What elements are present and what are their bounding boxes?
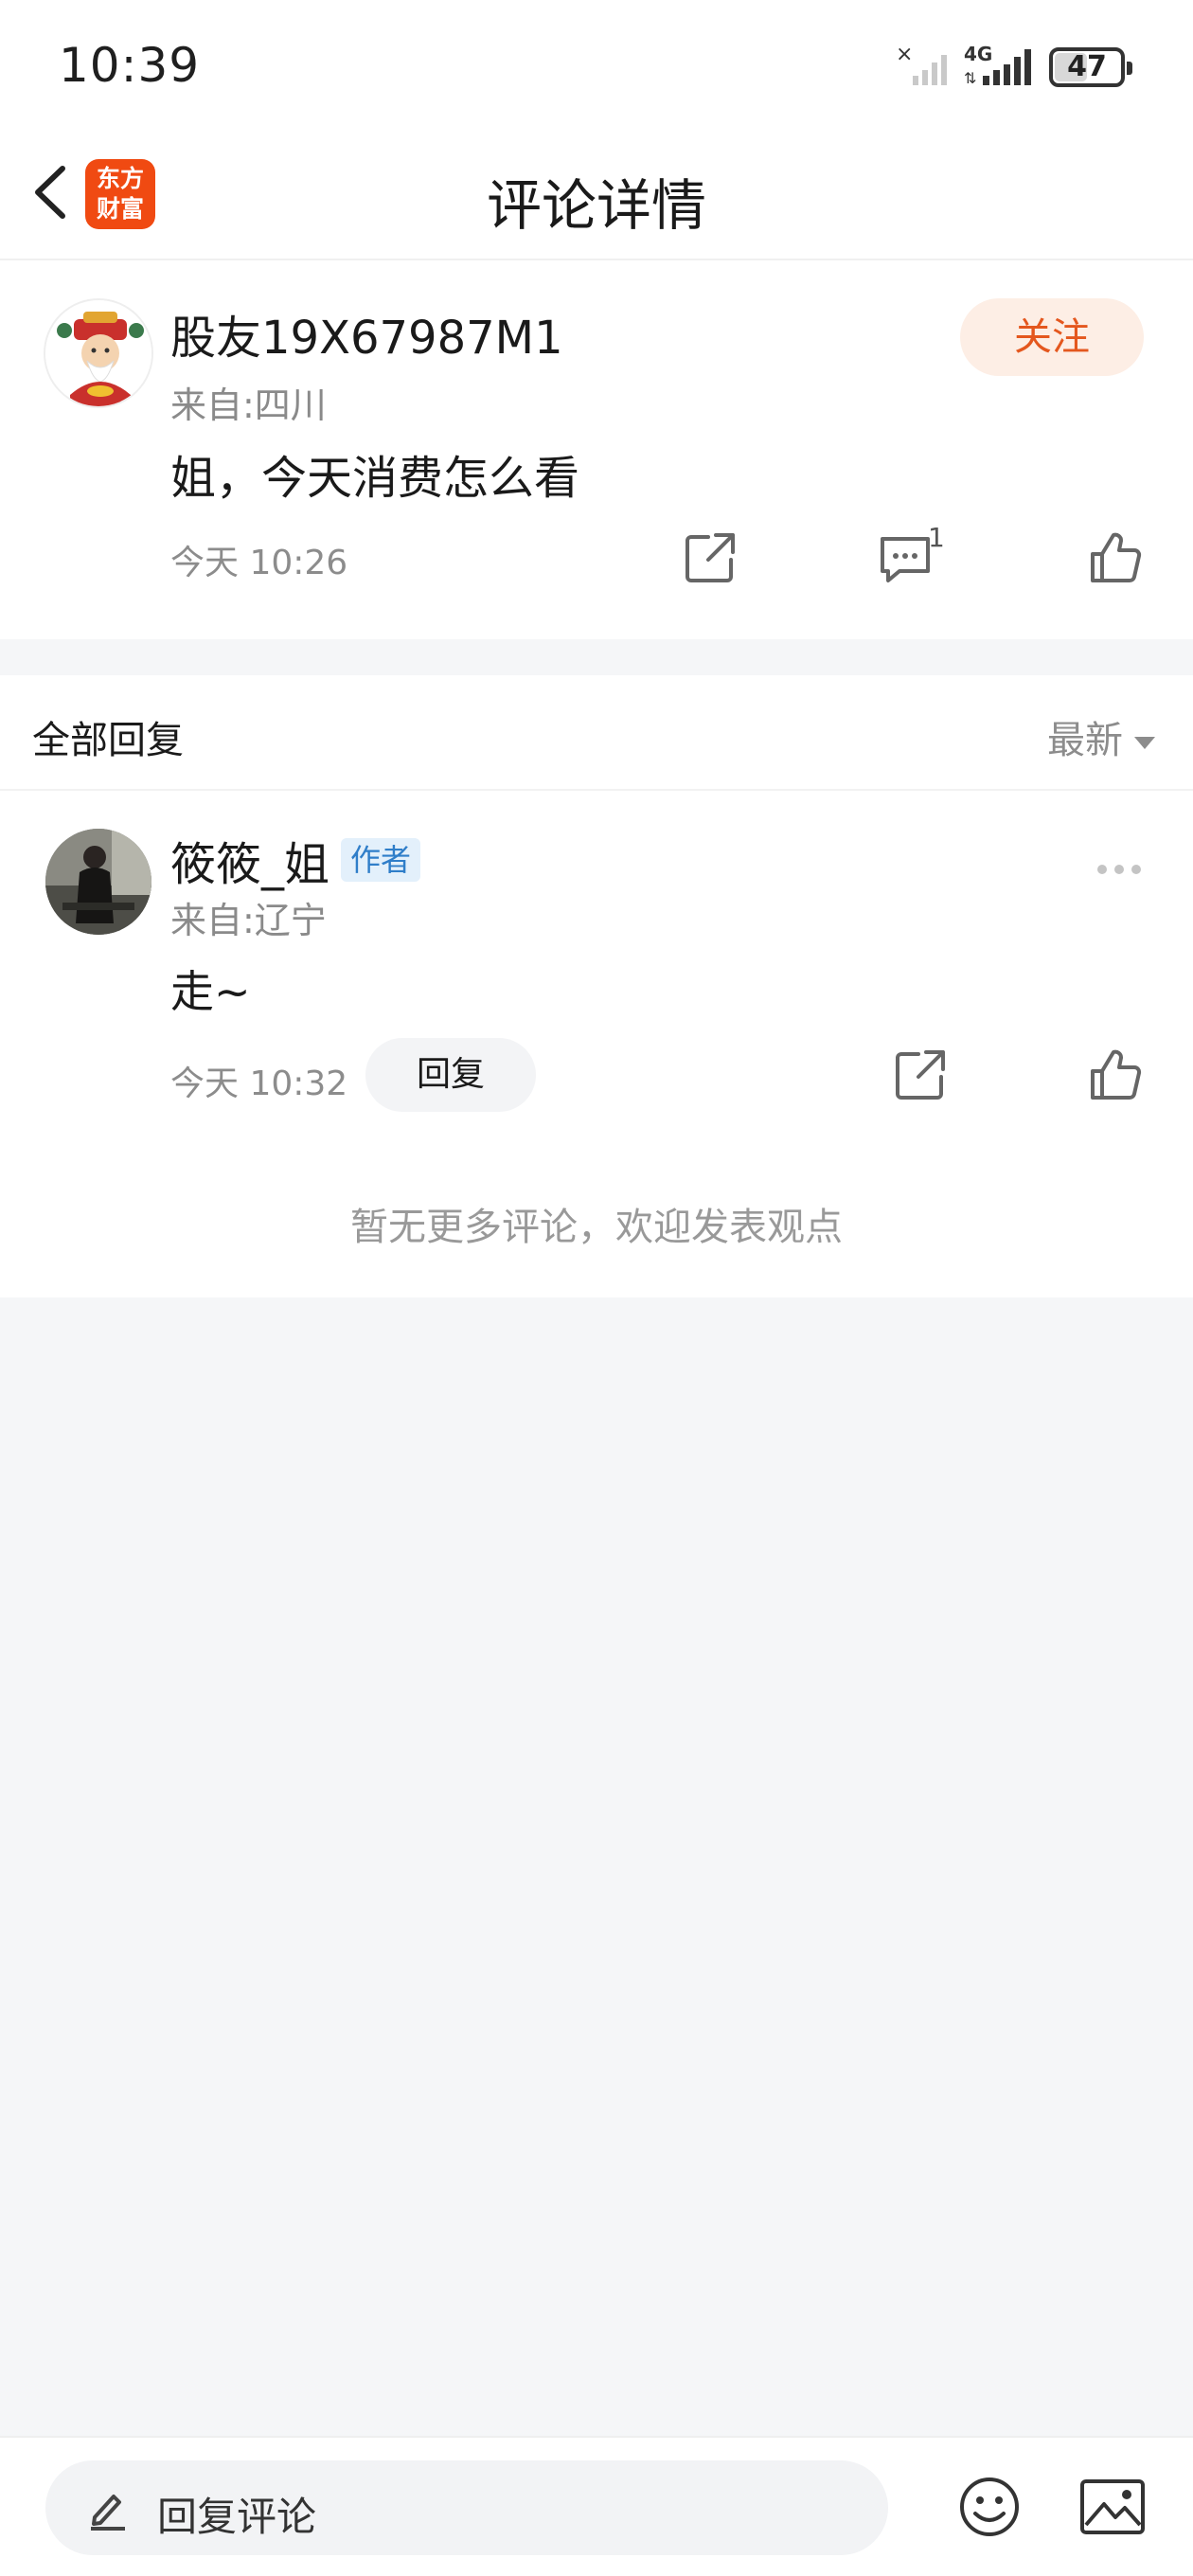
reply-button[interactable]: 回复 bbox=[365, 1038, 536, 1112]
like-icon[interactable] bbox=[1085, 528, 1146, 588]
replies-title: 全部回复 bbox=[32, 719, 184, 762]
avatar[interactable] bbox=[45, 829, 151, 935]
like-icon[interactable] bbox=[1085, 1045, 1146, 1105]
emoji-icon[interactable] bbox=[956, 2474, 1023, 2540]
status-time: 10:39 bbox=[59, 38, 201, 93]
reply-content: 走~ bbox=[170, 966, 251, 1017]
bottom-input-bar: 回复评论 bbox=[0, 2436, 1193, 2576]
comment-icon[interactable] bbox=[875, 528, 935, 588]
battery-indicator: 47 bbox=[1049, 47, 1132, 87]
comment-username[interactable]: 股友19X67987M1 bbox=[170, 300, 563, 367]
author-photo-avatar-icon bbox=[45, 829, 151, 935]
author-badge: 作者 bbox=[341, 838, 421, 882]
reply-comment-input[interactable]: 回复评论 bbox=[45, 2460, 888, 2555]
share-icon[interactable] bbox=[680, 528, 740, 588]
svg-text:×: × bbox=[896, 43, 913, 66]
battery-level: 47 bbox=[1067, 50, 1107, 83]
signal-4g-icon: 4G ⇅ bbox=[964, 43, 1031, 87]
signal-no-service-icon: × bbox=[896, 43, 947, 85]
chevron-down-icon bbox=[1134, 736, 1155, 749]
page-title: 评论详情 bbox=[486, 173, 706, 238]
top-nav-bar: 东方 财富 评论详情 bbox=[0, 133, 1193, 260]
share-icon[interactable] bbox=[890, 1045, 951, 1105]
sort-dropdown[interactable]: 最新 bbox=[1047, 709, 1155, 764]
reply-input-placeholder: 回复评论 bbox=[157, 2494, 317, 2540]
pencil-icon bbox=[91, 2495, 125, 2531]
section-divider bbox=[0, 639, 1193, 675]
no-more-comments-text: 暂无更多评论，欢迎发表观点 bbox=[350, 1206, 843, 1249]
more-options-icon[interactable] bbox=[1095, 855, 1144, 884]
follow-button[interactable]: 关注 bbox=[960, 298, 1144, 376]
network-type-label: 4G bbox=[964, 43, 992, 65]
status-bar: 10:39 × 4G ⇅ 47 bbox=[0, 0, 1193, 133]
comment-time: 今天 10:26 bbox=[170, 544, 348, 582]
comment-location: 来自:四川 bbox=[170, 385, 327, 426]
image-icon[interactable] bbox=[1077, 2474, 1148, 2540]
reply-count-badge: 1 bbox=[928, 522, 945, 553]
reply-time: 今天 10:32 bbox=[170, 1064, 348, 1103]
avatar[interactable] bbox=[44, 298, 153, 408]
reply-username[interactable]: 筱筱_姐 bbox=[170, 827, 329, 893]
sort-label: 最新 bbox=[1047, 719, 1123, 762]
god-of-wealth-avatar-icon bbox=[45, 300, 151, 406]
main-comment-card: 股友19X67987M1 来自:四川 姐，今天消费怎么看 今天 10:26 关注… bbox=[0, 260, 1193, 639]
reply-location: 来自:辽宁 bbox=[170, 900, 327, 941]
comment-content: 姐，今天消费怎么看 bbox=[170, 452, 580, 505]
replies-header: 全部回复 最新 bbox=[0, 675, 1193, 791]
replies-section: 全部回复 最新 筱筱_姐 作者 来自:辽宁 走~ 今天 10:32 回复 暂无更… bbox=[0, 675, 1193, 1297]
svg-text:⇅: ⇅ bbox=[964, 69, 976, 87]
